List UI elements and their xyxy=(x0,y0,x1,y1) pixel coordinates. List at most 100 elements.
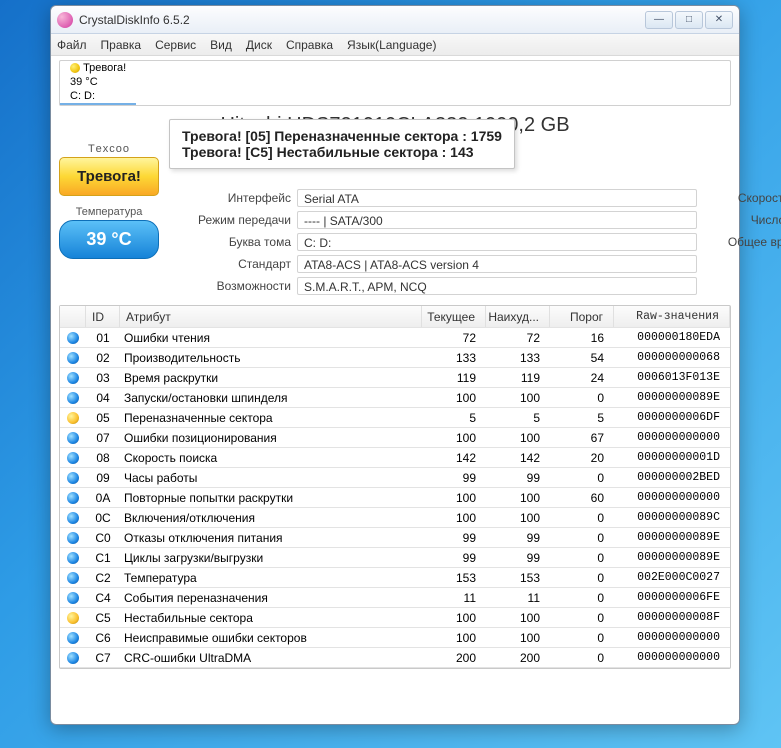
status-led-icon xyxy=(67,372,79,384)
kv-standard-label: Стандарт xyxy=(167,257,297,271)
alert-line-1: Тревога! [05] Переназначенные сектора : … xyxy=(182,128,502,144)
status-led-icon xyxy=(67,612,79,624)
table-row[interactable]: 02Производительность13313354000000000068 xyxy=(60,348,730,368)
kv-buffer-label: данных xyxy=(705,147,781,161)
table-row[interactable]: 07Ошибки позиционирования100100670000000… xyxy=(60,428,730,448)
cell-id: 09 xyxy=(86,471,120,485)
menu-file[interactable]: Файл xyxy=(57,38,87,52)
cell-current: 119 xyxy=(422,371,486,385)
cell-id: C7 xyxy=(86,651,120,665)
header-raw[interactable]: Raw-значения xyxy=(614,306,730,327)
header-id[interactable]: ID xyxy=(86,306,120,327)
close-button[interactable]: ✕ xyxy=(705,11,733,29)
cell-attr: Включения/отключения xyxy=(120,511,422,525)
cell-attr: Часы работы xyxy=(120,471,422,485)
table-row[interactable]: C2Температура1531530002E000C0027 xyxy=(60,568,730,588)
menu-disk[interactable]: Диск xyxy=(246,38,272,52)
tab-status: Тревога! xyxy=(83,62,126,74)
cell-worst: 72 xyxy=(486,331,550,345)
minimize-button[interactable]: — xyxy=(645,11,673,29)
cell-id: 01 xyxy=(86,331,120,345)
cell-worst: 100 xyxy=(486,491,550,505)
cell-threshold: 5 xyxy=(550,411,614,425)
table-row[interactable]: 0AПовторные попытки раскрутки10010060000… xyxy=(60,488,730,508)
table-row[interactable]: 03Время раскрутки119119240006013F013E xyxy=(60,368,730,388)
table-row[interactable]: C1Циклы загрузки/выгрузки999900000000008… xyxy=(60,548,730,568)
status-led-icon xyxy=(67,592,79,604)
cell-attr: CRC-ошибки UltraDMA xyxy=(120,651,422,665)
header-attr[interactable]: Атрибут xyxy=(120,306,422,327)
cell-current: 100 xyxy=(422,431,486,445)
cell-current: 100 xyxy=(422,631,486,645)
header-threshold[interactable]: Порог xyxy=(550,306,614,327)
window-title: CrystalDiskInfo 6.5.2 xyxy=(79,13,645,27)
app-icon xyxy=(57,12,73,28)
disk-tab-0[interactable]: Тревога! 39 °C C: D: xyxy=(60,61,136,105)
cell-worst: 200 xyxy=(486,651,550,665)
cell-id: 07 xyxy=(86,431,120,445)
kv-features-label: Возможности xyxy=(167,279,297,293)
cell-current: 11 xyxy=(422,591,486,605)
table-row[interactable]: 05Переназначенные сектора5550000000006DF xyxy=(60,408,730,428)
cell-threshold: 0 xyxy=(550,631,614,645)
status-led-icon xyxy=(67,452,79,464)
tab-temp: 39 °C xyxy=(70,76,98,88)
table-row[interactable]: C7CRC-ошибки UltraDMA2002000000000000000 xyxy=(60,648,730,668)
cell-raw: 00000000089E xyxy=(614,551,730,564)
cell-id: C0 xyxy=(86,531,120,545)
table-row[interactable]: 09Часы работы99990000000002BED xyxy=(60,468,730,488)
cell-attr: Неисправимые ошибки секторов xyxy=(120,631,422,645)
kv-letter-value: C: D: xyxy=(297,233,697,251)
kv-features-value: S.M.A.R.T., APM, NCQ xyxy=(297,277,697,295)
table-row[interactable]: C0Отказы отключения питания9999000000000… xyxy=(60,528,730,548)
menu-language[interactable]: Язык(Language) xyxy=(347,38,436,52)
cell-raw: 000000000000 xyxy=(614,631,730,644)
menu-help[interactable]: Справка xyxy=(286,38,333,52)
cell-raw: 00000000089E xyxy=(614,391,730,404)
cell-worst: 153 xyxy=(486,571,550,585)
cell-worst: 100 xyxy=(486,391,550,405)
cell-raw: 000000000000 xyxy=(614,491,730,504)
table-row[interactable]: C6Неисправимые ошибки секторов1001000000… xyxy=(60,628,730,648)
table-row[interactable]: 0CВключения/отключения100100000000000089… xyxy=(60,508,730,528)
alert-line-2: Тревога! [C5] Нестабильные сектора : 143 xyxy=(182,144,502,160)
table-row[interactable]: 01Ошибки чтения727216000000180EDA xyxy=(60,328,730,348)
cell-threshold: 0 xyxy=(550,651,614,665)
cell-threshold: 0 xyxy=(550,391,614,405)
header-current[interactable]: Текущее xyxy=(422,306,486,327)
menu-view[interactable]: Вид xyxy=(210,38,232,52)
cell-current: 72 xyxy=(422,331,486,345)
cell-current: 99 xyxy=(422,471,486,485)
table-row[interactable]: 08Скорость поиска1421422000000000001D xyxy=(60,448,730,468)
cell-worst: 100 xyxy=(486,611,550,625)
cell-threshold: 20 xyxy=(550,451,614,465)
cell-worst: 11 xyxy=(486,591,550,605)
cell-current: 100 xyxy=(422,391,486,405)
health-status-badge[interactable]: Тревога! xyxy=(59,157,159,196)
cell-worst: 99 xyxy=(486,551,550,565)
cell-current: 5 xyxy=(422,411,486,425)
status-led-icon xyxy=(67,572,79,584)
cell-worst: 119 xyxy=(486,371,550,385)
cell-raw: 00000000008F xyxy=(614,611,730,624)
disk-tabs: Тревога! 39 °C C: D: xyxy=(59,60,731,106)
menu-service[interactable]: Сервис xyxy=(155,38,196,52)
kv-rpm-label: Скорость вращения xyxy=(705,191,781,205)
kv-nv-label: ---- xyxy=(705,169,781,183)
cell-threshold: 0 xyxy=(550,531,614,545)
menu-edit[interactable]: Правка xyxy=(101,38,142,52)
cell-attr: Повторные попытки раскрутки xyxy=(120,491,422,505)
cell-current: 100 xyxy=(422,511,486,525)
table-row[interactable]: C5Нестабильные сектора100100000000000008… xyxy=(60,608,730,628)
table-row[interactable]: C4События переназначения111100000000006F… xyxy=(60,588,730,608)
cell-current: 142 xyxy=(422,451,486,465)
status-led-icon xyxy=(67,652,79,664)
table-row[interactable]: 04Запуски/остановки шпинделя100100000000… xyxy=(60,388,730,408)
header-worst[interactable]: Наихуд... xyxy=(486,306,550,327)
titlebar[interactable]: CrystalDiskInfo 6.5.2 — □ ✕ xyxy=(51,6,739,34)
cell-id: C5 xyxy=(86,611,120,625)
maximize-button[interactable]: □ xyxy=(675,11,703,29)
cell-threshold: 0 xyxy=(550,591,614,605)
temperature-badge[interactable]: 39 °C xyxy=(59,220,159,259)
alert-tooltip: Тревога! [05] Переназначенные сектора : … xyxy=(169,119,515,169)
